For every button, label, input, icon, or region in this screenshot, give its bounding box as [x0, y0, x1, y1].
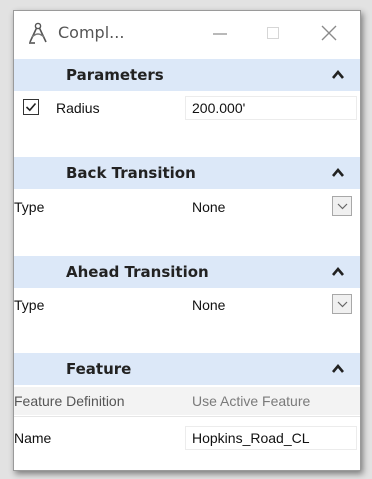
back-transition-type-row: Type None: [14, 193, 360, 221]
feature-definition-label: Feature Definition: [14, 393, 125, 409]
name-row: Name Hopkins_Road_CL: [14, 424, 360, 452]
compass-app-icon: [26, 21, 50, 45]
radius-row: Radius 200.000': [14, 94, 360, 122]
ahead-transition-dropdown-button[interactable]: [332, 294, 352, 314]
section-title: Ahead Transition: [66, 263, 209, 281]
close-button[interactable]: [317, 21, 341, 45]
chevron-up-icon[interactable]: [332, 69, 344, 79]
complex-element-dialog: Compl... Parameters Radius 200.000' Back…: [13, 10, 361, 471]
name-label: Name: [14, 430, 52, 446]
section-title: Feature: [66, 360, 132, 378]
close-icon: [321, 25, 337, 41]
divider: [14, 416, 360, 417]
checkmark-icon: [25, 102, 37, 112]
chevron-down-icon: [337, 301, 348, 308]
maximize-icon: [267, 27, 279, 39]
ahead-transition-section-header[interactable]: Ahead Transition: [14, 256, 360, 288]
feature-definition-field[interactable]: Use Active Feature: [185, 389, 357, 413]
feature-definition-value: Use Active Feature: [192, 393, 311, 409]
ahead-transition-type-row: Type None: [14, 291, 360, 319]
minimize-icon: [213, 33, 227, 35]
window-title: Compl...: [58, 23, 125, 42]
radius-input[interactable]: 200.000': [185, 96, 357, 120]
radius-checkbox[interactable]: [23, 99, 39, 115]
chevron-up-icon[interactable]: [332, 266, 344, 276]
back-transition-section-header[interactable]: Back Transition: [14, 157, 360, 189]
feature-section-header[interactable]: Feature: [14, 353, 360, 385]
type-label: Type: [14, 297, 45, 313]
radius-label: Radius: [56, 100, 100, 116]
radius-value: 200.000': [192, 100, 246, 116]
title-bar[interactable]: Compl...: [14, 11, 360, 55]
section-title: Parameters: [66, 66, 164, 84]
back-transition-dropdown-button[interactable]: [332, 196, 352, 216]
type-value: None: [192, 297, 226, 313]
section-title: Back Transition: [66, 164, 196, 182]
chevron-down-icon: [337, 203, 348, 210]
chevron-up-icon[interactable]: [332, 363, 344, 373]
name-value: Hopkins_Road_CL: [192, 430, 310, 446]
feature-definition-row: Feature Definition Use Active Feature: [14, 387, 360, 415]
type-label: Type: [14, 199, 45, 215]
minimize-button[interactable]: [208, 21, 232, 45]
type-value: None: [192, 199, 226, 215]
parameters-section-header[interactable]: Parameters: [14, 59, 360, 91]
name-input[interactable]: Hopkins_Road_CL: [185, 426, 357, 450]
maximize-button[interactable]: [261, 21, 285, 45]
chevron-up-icon[interactable]: [332, 167, 344, 177]
